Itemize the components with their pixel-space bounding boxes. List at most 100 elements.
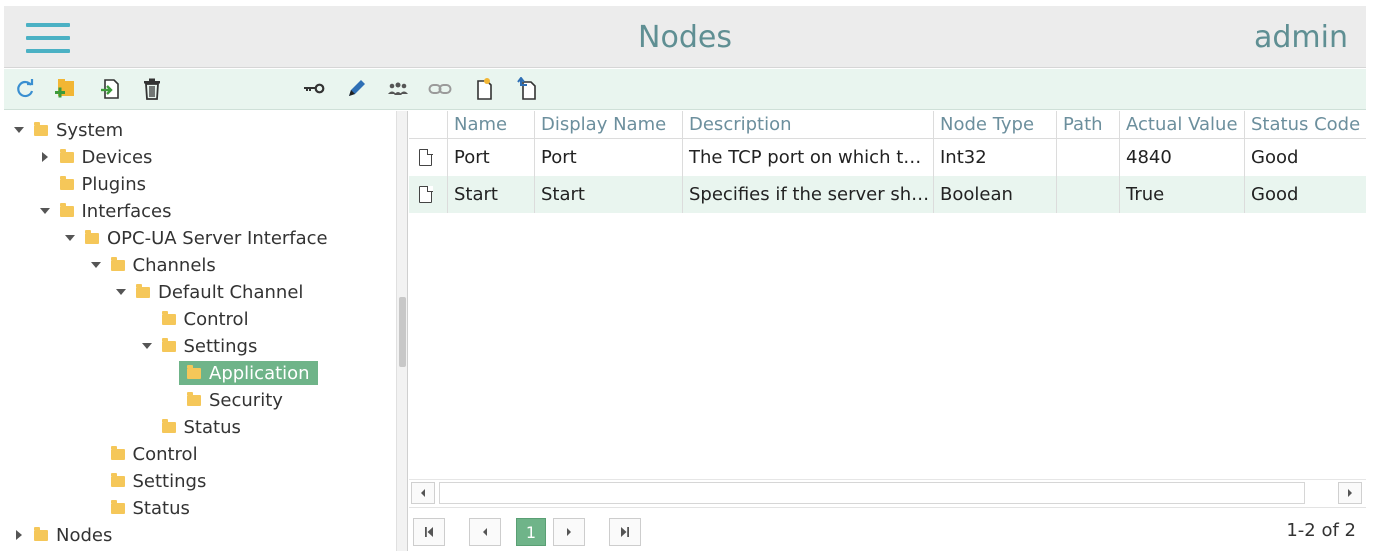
grid-header: Name Display Name Description Node Type … <box>409 111 1366 139</box>
previous-page-button[interactable] <box>469 518 501 546</box>
tree-item-label-wrap[interactable]: Application <box>179 361 318 385</box>
cell-actual-value: 4840 <box>1119 139 1244 176</box>
user-menu[interactable]: admin <box>1254 20 1348 55</box>
column-header-display-name[interactable]: Display Name <box>534 111 682 138</box>
first-page-icon <box>425 527 433 537</box>
folder-icon <box>34 526 48 541</box>
toolbar <box>4 69 1366 110</box>
tree-item-label-wrap[interactable]: Status <box>154 415 249 439</box>
expand-right-icon[interactable] <box>12 528 26 542</box>
expand-right-icon[interactable] <box>38 150 52 164</box>
tree-item-label: Plugins <box>81 173 146 195</box>
column-header-actual-value[interactable]: Actual Value <box>1119 111 1244 138</box>
tree-item-label: Settings <box>132 470 207 492</box>
scrollbar-track[interactable] <box>439 482 1305 504</box>
tree-item-channels[interactable]: Channels <box>89 253 224 277</box>
tree-scrollbar-thumb[interactable] <box>399 297 406 367</box>
tree-item-settings[interactable]: Settings <box>89 469 215 493</box>
tree-item-label-wrap[interactable]: Settings <box>103 469 215 493</box>
column-header-description[interactable]: Description <box>682 111 933 138</box>
folder-icon <box>34 121 48 136</box>
new-document-icon[interactable] <box>472 77 496 101</box>
tree-item-label: Application <box>209 362 310 384</box>
folder-icon <box>110 472 125 487</box>
document-icon <box>419 185 433 203</box>
tree-item-status[interactable]: Status <box>89 496 198 520</box>
tree-item-label-wrap[interactable]: Nodes <box>26 523 120 547</box>
pager-info: 1-2 of 2 <box>1286 520 1356 541</box>
import-document-icon[interactable] <box>516 77 540 101</box>
last-page-icon <box>621 527 629 537</box>
tree-item-default-channel[interactable]: Default Channel <box>114 280 311 304</box>
cell-path <box>1056 139 1119 176</box>
table-row[interactable]: Start Start Specifies if the server sh… … <box>409 176 1366 213</box>
column-header-node-type[interactable]: Node Type <box>933 111 1056 138</box>
cell-actual-value: True <box>1119 176 1244 213</box>
trash-icon[interactable] <box>140 77 164 101</box>
add-folder-icon[interactable] <box>54 77 78 101</box>
tree-item-label-wrap[interactable]: System <box>26 118 131 142</box>
tree-item-devices[interactable]: Devices <box>38 145 161 169</box>
scroll-right-icon[interactable] <box>1338 482 1362 504</box>
tree-item-label-wrap[interactable]: Status <box>103 496 198 520</box>
cell-node-type: Int32 <box>933 139 1056 176</box>
document-icon <box>419 148 433 166</box>
folder-icon <box>59 202 74 217</box>
users-icon[interactable] <box>386 77 410 101</box>
import-icon[interactable] <box>98 77 122 101</box>
tree-item-plugins[interactable]: Plugins <box>38 172 154 196</box>
tree-item-label-wrap[interactable]: Settings <box>154 334 266 358</box>
tree-item-label-wrap[interactable]: Control <box>103 442 206 466</box>
tree-item-interfaces[interactable]: Interfaces <box>38 199 180 223</box>
last-page-button[interactable] <box>609 518 641 546</box>
tree-item-control[interactable]: Control <box>140 307 257 331</box>
tree-item-system[interactable]: System <box>12 118 131 142</box>
key-icon[interactable] <box>302 77 326 101</box>
document-icon-cell <box>409 139 447 176</box>
cell-name: Start <box>447 176 534 213</box>
tree-item-label-wrap[interactable]: Control <box>154 307 257 331</box>
next-page-button[interactable] <box>553 518 585 546</box>
node-tree: System Devices Plugins Interfaces OPC-UA Ser… <box>4 111 396 551</box>
table-row[interactable]: Port Port The TCP port on which t… Int32… <box>409 139 1366 176</box>
refresh-icon[interactable] <box>14 77 38 101</box>
tree-scrollbar[interactable] <box>396 111 408 551</box>
expand-down-icon[interactable] <box>89 258 103 272</box>
tree-item-label-wrap[interactable]: Interfaces <box>52 199 180 223</box>
expand-down-icon[interactable] <box>140 339 154 353</box>
pencil-icon[interactable] <box>344 77 368 101</box>
expand-down-icon[interactable] <box>63 231 77 245</box>
page-button-current[interactable]: 1 <box>516 518 546 546</box>
tree-item-label-wrap[interactable]: Plugins <box>52 172 154 196</box>
tree-item-label-wrap[interactable]: Channels <box>103 253 224 277</box>
tree-item-control[interactable]: Control <box>89 442 206 466</box>
first-page-button[interactable] <box>413 518 445 546</box>
expand-down-icon[interactable] <box>38 204 52 218</box>
tree-item-opc-ua-server-interface[interactable]: OPC-UA Server Interface <box>63 226 336 250</box>
folder-icon <box>187 364 201 379</box>
tree-item-status[interactable]: Status <box>140 415 249 439</box>
tree-item-application[interactable]: Application <box>165 361 318 385</box>
scroll-left-icon[interactable] <box>411 482 435 504</box>
cell-status-code: Good <box>1244 176 1366 213</box>
expand-down-icon[interactable] <box>114 285 128 299</box>
folder-icon <box>161 418 176 433</box>
tree-item-label-wrap[interactable]: Security <box>179 388 291 412</box>
cell-node-type: Boolean <box>933 176 1056 213</box>
tree-item-label-wrap[interactable]: Devices <box>52 145 161 169</box>
tree-item-label: Nodes <box>56 524 113 546</box>
column-header-name[interactable]: Name <box>447 111 534 138</box>
tree-item-label: Devices <box>81 146 153 168</box>
cell-status-code: Good <box>1244 139 1366 176</box>
tree-item-nodes[interactable]: Nodes <box>12 523 120 547</box>
column-header-path[interactable]: Path <box>1056 111 1119 138</box>
tree-item-settings[interactable]: Settings <box>140 334 266 358</box>
document-icon-cell <box>409 176 447 213</box>
grid-horizontal-scrollbar[interactable] <box>409 479 1366 505</box>
column-header-status-code[interactable]: Status Code <box>1244 111 1366 138</box>
expand-down-icon[interactable] <box>12 123 26 137</box>
tree-item-label-wrap[interactable]: OPC-UA Server Interface <box>77 226 336 250</box>
tree-item-security[interactable]: Security <box>165 388 291 412</box>
link-icon[interactable] <box>428 77 452 101</box>
tree-item-label-wrap[interactable]: Default Channel <box>128 280 311 304</box>
